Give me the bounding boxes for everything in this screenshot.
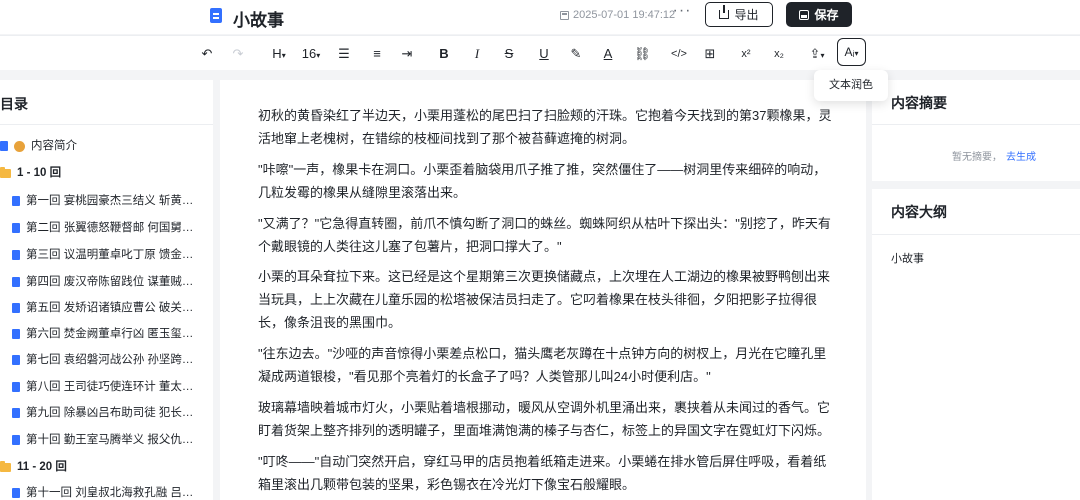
list-icon[interactable]: ☰ [334, 45, 354, 63]
underline-icon[interactable]: U [537, 45, 551, 63]
strikethrough-icon[interactable]: S [502, 45, 516, 63]
file-icon [12, 303, 20, 313]
saved-time-text: 2025-07-01 19:47:12 [573, 9, 676, 21]
file-icon [12, 196, 20, 206]
paragraph[interactable]: 玻璃幕墙映着城市灯火，小栗贴着墙根挪动，暖风从空调外机里涌出来，裹挟着从未闻过的… [258, 396, 834, 442]
outline-title: 内容大纲 [891, 204, 947, 220]
subscript-icon[interactable]: x₂ [772, 45, 786, 63]
toc-chapter[interactable]: 第七回 袁绍磐河战公孙 孙坚跨… [12, 350, 193, 370]
toc-chapter[interactable]: 第三回 议温明董卓叱丁原 馈金… [12, 245, 193, 265]
top-header: 小故事 2025-07-01 19:47:12 ··· 导出 保存 [0, 0, 1080, 34]
export-label: 导出 [734, 8, 759, 22]
panel-divider [872, 124, 1080, 125]
toc-chapter[interactable]: 第四回 废汉帝陈留践位 谋董贼… [12, 272, 193, 292]
font-size-dropdown[interactable]: 16▾ [300, 45, 322, 63]
paragraph[interactable]: 小栗的耳朵耷拉下来。这已经是这个星期第三次更换储藏点，上次埋在人工湖边的橡果被野… [258, 265, 834, 334]
more-button[interactable]: ··· [672, 3, 692, 24]
redo-icon[interactable]: ↷ [231, 45, 245, 63]
save-label: 保存 [814, 8, 839, 22]
toc-chapter[interactable]: 第六回 焚金阙董卓行凶 匿玉玺… [12, 324, 193, 344]
summary-empty: 暂无摘要， 去生成 [952, 152, 1036, 163]
toc-chapter[interactable]: 第九回 除暴凶吕布助司徒 犯长… [12, 403, 193, 423]
file-icon [12, 435, 20, 445]
document-icon [210, 8, 222, 23]
editor-content[interactable]: 初秋的黄昏染红了半边天，小栗用蓬松的尾巴扫了扫脸颊的汗珠。它抱着今天找到的第37… [220, 80, 866, 500]
table-of-contents: 目录 内容简介 1 - 10 回 第一回 宴桃园豪杰三结义 斩黄… 第二回 张翼… [0, 80, 213, 500]
generate-summary-link[interactable]: 去生成 [1006, 152, 1036, 163]
undo-icon[interactable]: ↶ [200, 45, 214, 63]
file-icon [12, 355, 20, 365]
indent-icon[interactable]: ⇥ [400, 45, 414, 63]
toc-folder[interactable]: 11 - 20 回 [0, 457, 67, 477]
font-color-icon[interactable]: A [601, 45, 615, 63]
saved-time: 2025-07-01 19:47:12 [560, 9, 675, 21]
italic-icon[interactable]: I [470, 45, 484, 63]
paragraph[interactable]: "咔嚓"一声，橡果卡在洞口。小栗歪着脑袋用爪子推了推，突然僵住了——树洞里传来细… [258, 158, 834, 204]
summary-panel: 内容摘要 暂无摘要， 去生成 [872, 80, 1080, 181]
toc-chapter[interactable]: 第二回 张翼德怒鞭督邮 何国舅… [12, 218, 193, 238]
outline-panel: 内容大纲 小故事 [872, 189, 1080, 500]
file-icon [12, 382, 20, 392]
paragraph[interactable]: "叮咚——"自动门突然开启，穿红马甲的店员抱着纸箱走进来。小栗蜷在排水管后屏住呼… [258, 450, 834, 496]
file-icon [12, 250, 20, 260]
file-icon [12, 488, 20, 498]
file-icon [12, 277, 20, 287]
bold-icon[interactable]: B [437, 45, 451, 63]
paragraph[interactable]: "又满了？"它急得直转圈，前爪不慎勾断了洞口的蛛丝。蜘蛛阿织从枯叶下探出头："别… [258, 212, 834, 258]
toc-item-intro[interactable]: 内容简介 [0, 136, 77, 156]
file-icon [12, 408, 20, 418]
toc-title: 目录 [0, 96, 28, 112]
toc-chapter[interactable]: 第八回 王司徒巧使连环计 董太… [12, 377, 193, 397]
emoji-icon [14, 140, 25, 152]
toc-folder[interactable]: 1 - 10 回 [0, 163, 61, 183]
link-icon[interactable]: ⛓ [634, 45, 651, 63]
toc-chapter[interactable]: 第十回 勤王室马腾举义 报父仇… [12, 430, 193, 450]
paragraph[interactable]: 初秋的黄昏染红了半边天，小栗用蓬松的尾巴扫了扫脸颊的汗珠。它抱着今天找到的第37… [258, 104, 834, 150]
ai-assist-button[interactable]: Aᵢ▾ [837, 38, 866, 66]
panel-divider [872, 234, 1080, 235]
editor-toolbar: ↶ ↷ H▾ 16▾ ☰ ≡ ⇥ B I S U ✎ A ⛓ </> ⊞ x² … [0, 35, 1080, 70]
export-button[interactable]: 导出 [705, 2, 773, 27]
toc-divider [0, 124, 213, 125]
file-icon [12, 329, 20, 339]
paragraph[interactable]: "往东边去。"沙哑的声音惊得小栗差点松口，猫头鹰老灰蹲在十点钟方向的树杈上，月光… [258, 342, 834, 388]
folder-icon [0, 460, 11, 472]
toc-chapter[interactable]: 第一回 宴桃园豪杰三结义 斩黄… [12, 191, 193, 211]
toc-chapter[interactable]: 第五回 发矫诏诸镇应曹公 破关… [12, 298, 193, 318]
align-icon[interactable]: ≡ [367, 45, 387, 63]
folder-icon [0, 166, 11, 178]
document-title[interactable]: 小故事 [233, 6, 284, 31]
heading-dropdown[interactable]: H▾ [269, 45, 289, 63]
export-icon [719, 5, 730, 19]
file-icon [0, 141, 8, 151]
saved-icon [560, 10, 569, 20]
toc-chapter[interactable]: 第十一回 刘皇叔北海救孔融 吕… [12, 483, 193, 500]
save-icon [799, 9, 810, 20]
save-button[interactable]: 保存 [786, 2, 852, 27]
file-icon [12, 223, 20, 233]
upload-icon[interactable]: ⇪▾ [806, 45, 828, 63]
code-icon[interactable]: </> [668, 45, 690, 63]
highlight-icon[interactable]: ✎ [569, 45, 583, 63]
outline-item[interactable]: 小故事 [891, 250, 924, 266]
superscript-icon[interactable]: x² [739, 45, 753, 63]
table-icon[interactable]: ⊞ [703, 45, 717, 63]
summary-title: 内容摘要 [891, 95, 947, 111]
ai-polish-menu-item[interactable]: 文本润色 [814, 70, 888, 101]
